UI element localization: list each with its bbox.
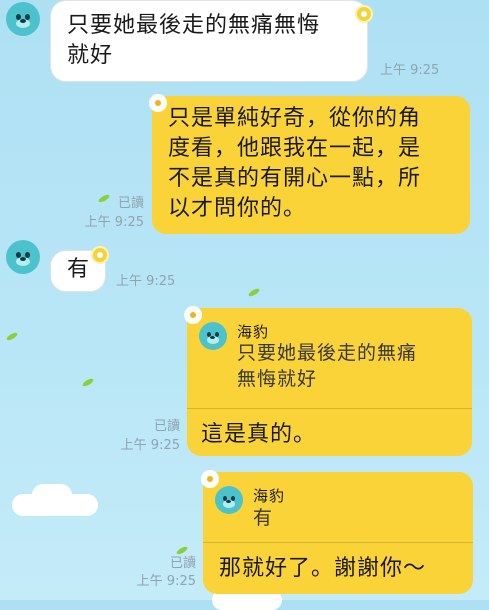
read-receipt: 已讀	[153, 419, 180, 434]
flower-icon	[357, 7, 371, 21]
read-receipt: 已讀	[169, 556, 196, 571]
message-time: 上午 9:25	[120, 438, 180, 453]
contact-avatar[interactable]	[6, 240, 40, 274]
quoted-avatar	[215, 486, 243, 514]
leaf-decoration	[247, 287, 261, 298]
flower-icon	[151, 96, 165, 110]
reply-divider	[187, 408, 472, 409]
cloud-decoration	[32, 484, 72, 506]
leaf-decoration	[175, 545, 189, 556]
flower-icon	[186, 308, 200, 322]
reply-bubble-outgoing[interactable]: 海豹 只要她最後走的無痛 無悔就好 這是真的。	[187, 308, 472, 456]
quoted-message-text: 只要她最後走的無痛 無悔就好	[237, 342, 418, 390]
message-time: 上午 9:25	[116, 274, 176, 289]
leaf-decoration	[5, 331, 19, 342]
message-text: 只是單純好奇，從你的角 度看，他跟我在一起，是 不是真的有開心一點，所 以才問你…	[168, 106, 422, 221]
message-bubble-incoming[interactable]: 只要她最後走的無痛無悔 就好	[50, 0, 368, 82]
message-time: 上午 9:25	[84, 215, 144, 230]
reply-divider	[203, 542, 473, 543]
message-text: 這是真的。	[201, 422, 317, 447]
contact-avatar[interactable]	[6, 2, 40, 36]
message-time: 上午 9:25	[136, 574, 196, 589]
message-time: 上午 9:25	[380, 63, 440, 78]
message-text: 那就好了。謝謝你～	[219, 556, 427, 581]
message-text: 只要她最後走的無痛無悔 就好	[67, 13, 321, 68]
quoted-avatar	[199, 322, 227, 350]
quoted-message-text: 有	[253, 507, 274, 529]
leaf-decoration	[81, 377, 95, 388]
flower-icon	[93, 248, 107, 262]
chat-area: 只要她最後走的無痛無悔 就好 上午 9:25 只是單純好奇，從你的角 度看，他跟…	[0, 0, 489, 610]
flower-icon	[203, 472, 217, 486]
reply-bubble-outgoing[interactable]: 海豹 有 那就好了。謝謝你～	[203, 472, 473, 594]
message-bubble-outgoing[interactable]: 只是單純好奇，從你的角 度看，他跟我在一起，是 不是真的有開心一點，所 以才問你…	[152, 96, 470, 234]
read-receipt: 已讀	[117, 196, 144, 211]
